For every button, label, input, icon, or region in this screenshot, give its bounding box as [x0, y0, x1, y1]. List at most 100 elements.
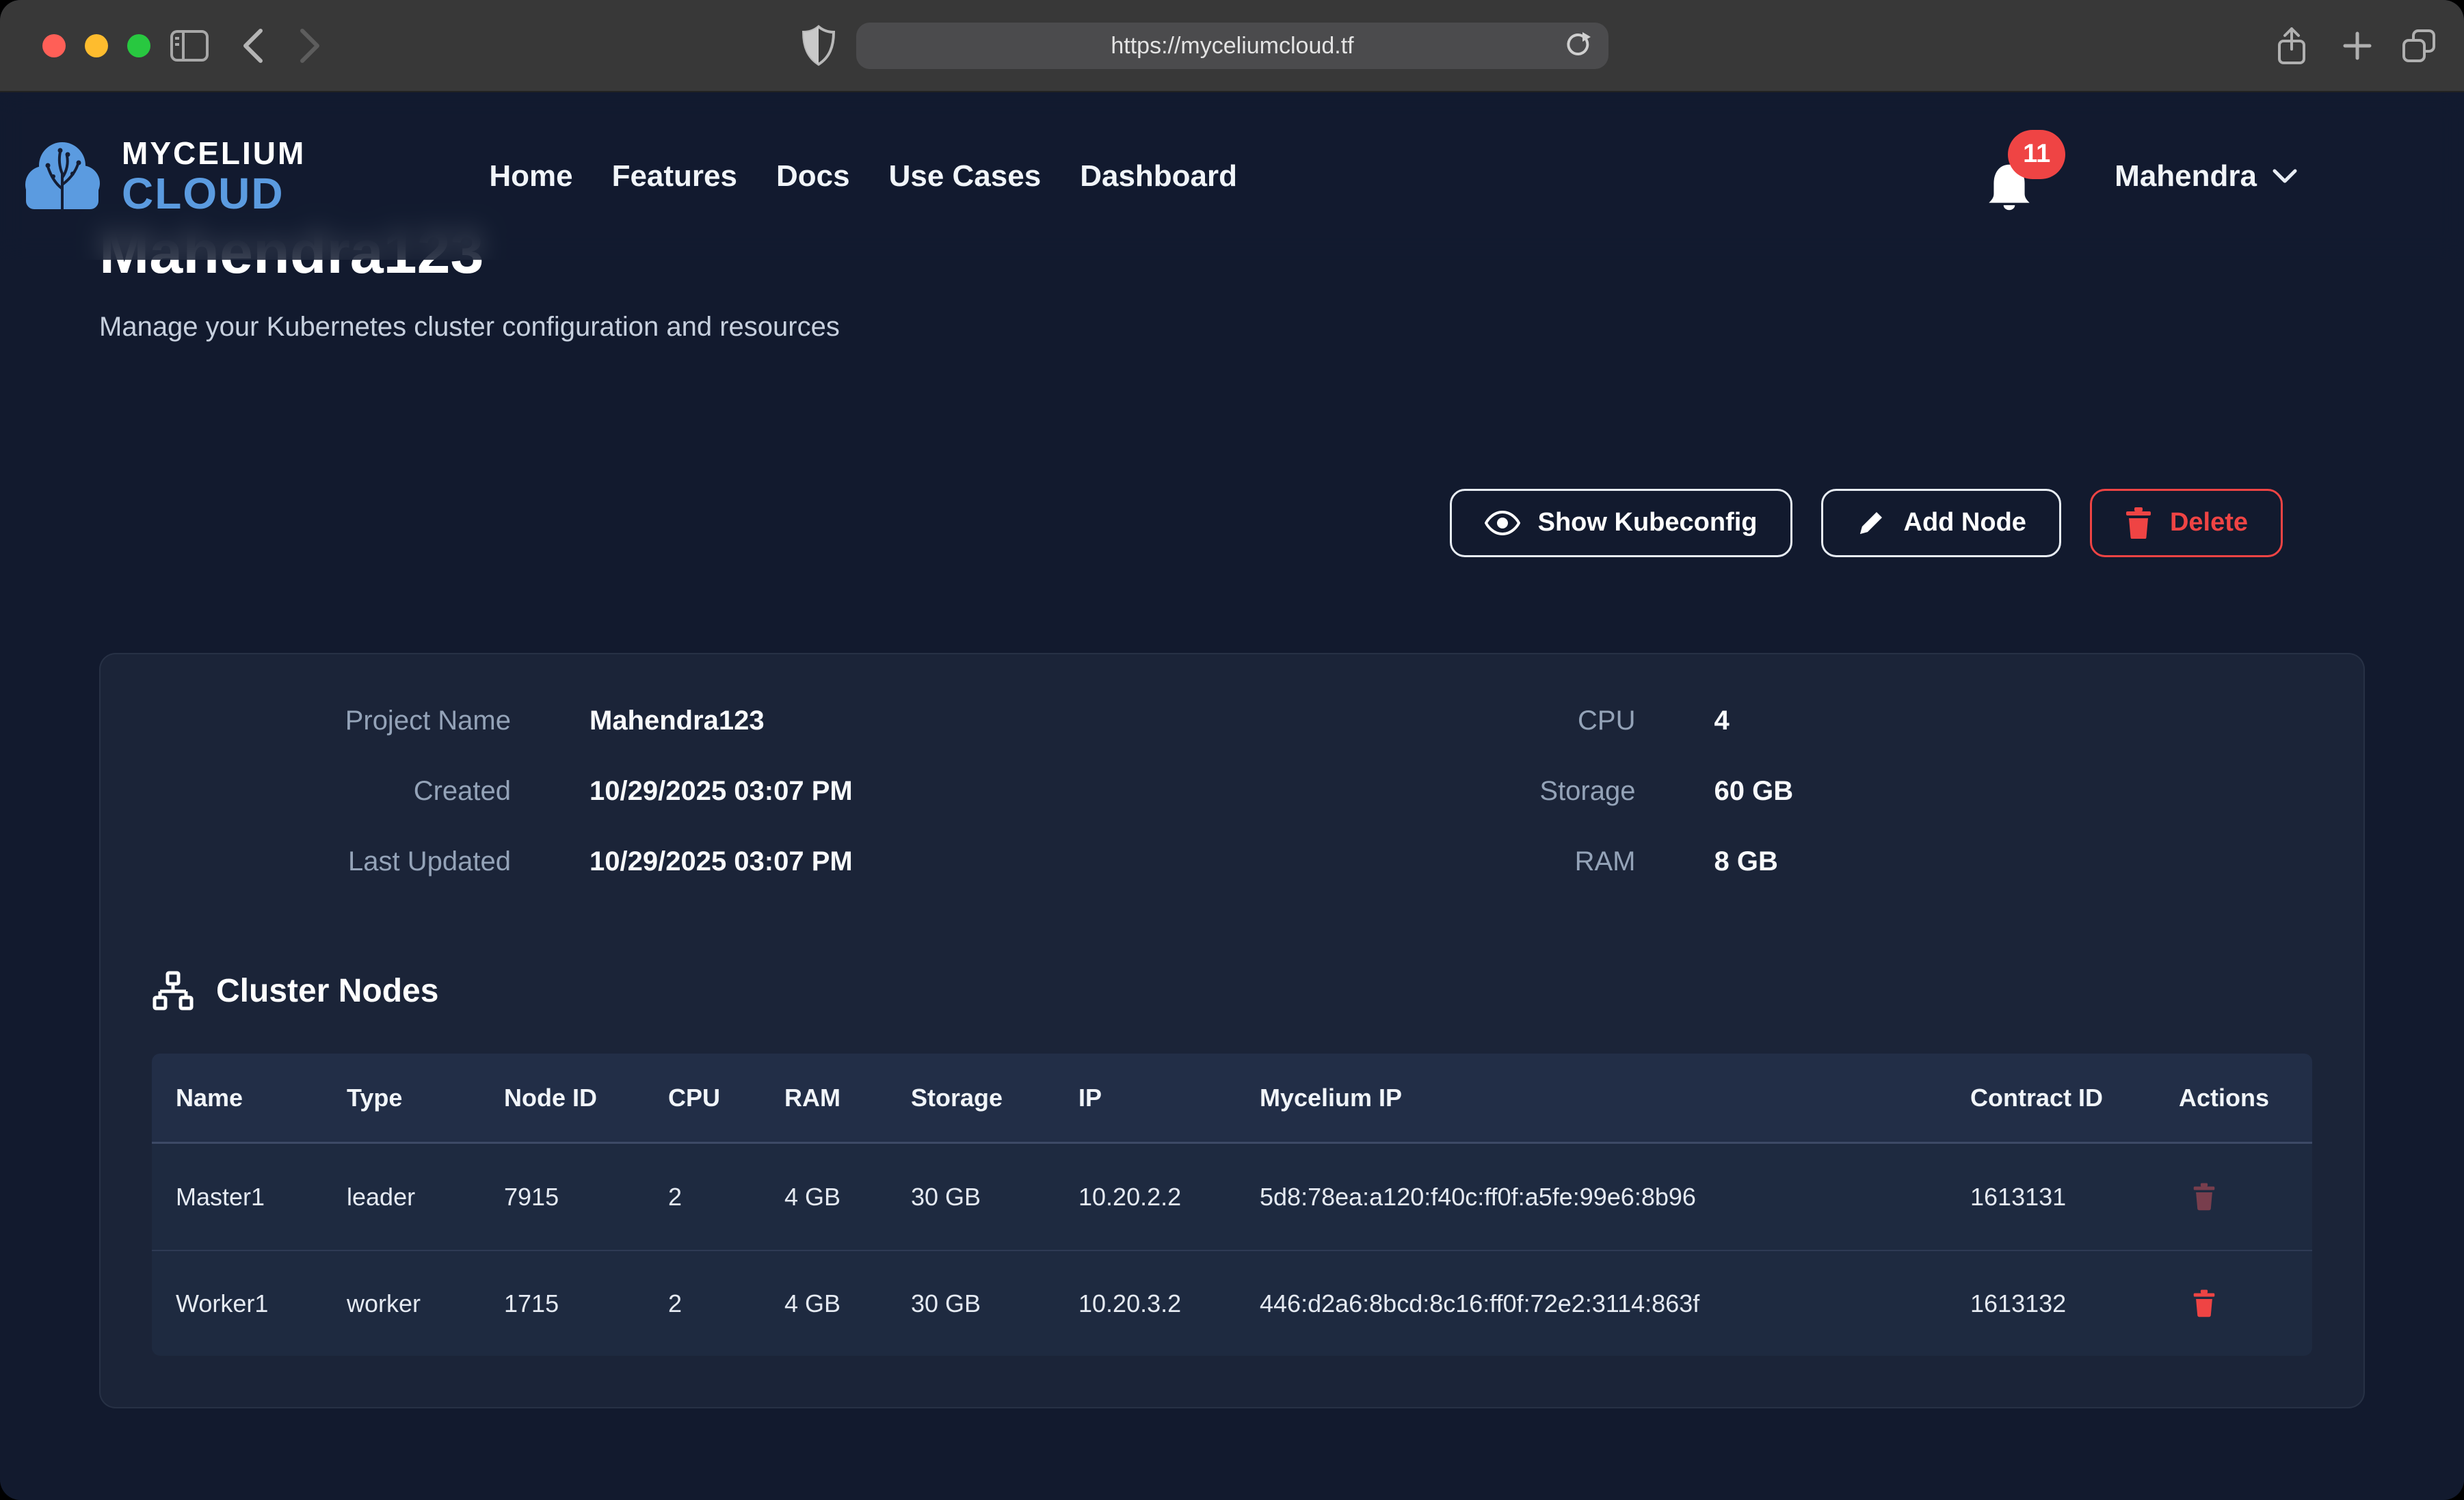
show-kubeconfig-button[interactable]: Show Kubeconfig	[1450, 489, 1792, 557]
user-name: Mahendra	[2115, 159, 2257, 193]
navbar-right: 11 Mahendra	[1985, 142, 2298, 211]
column-header-ip: IP	[1055, 1063, 1236, 1132]
overview-left-column: Project Name Mahendra123 Created 10/29/202…	[152, 706, 1232, 917]
plus-icon	[2341, 29, 2374, 62]
sidebar-icon	[170, 29, 209, 62]
browser-chrome: https://myceliumcloud.tf	[0, 0, 2464, 92]
node-ip: 10.20.3.2	[1055, 1269, 1236, 1338]
node-storage: 30 GB	[887, 1269, 1055, 1338]
created-value: 10/29/2025 03:07 PM	[589, 776, 853, 807]
minimize-window-button[interactable]	[85, 34, 108, 57]
node-ip: 10.20.2.2	[1055, 1162, 1236, 1231]
delete-node-button[interactable]	[2193, 1289, 2216, 1317]
chevron-down-icon	[2272, 168, 2298, 185]
node-type: leader	[323, 1162, 480, 1231]
node-name: Worker1	[152, 1269, 323, 1338]
browser-window: https://myceliumcloud.tf Mahendra123 Man…	[0, 0, 2464, 1500]
cluster-nodes-table: Name Type Node ID CPU RAM Storage IP Myc…	[152, 1054, 2312, 1356]
mycelium-cloud-logo[interactable]: MYCELIUM CLOUD	[21, 135, 306, 217]
share-button[interactable]	[2265, 19, 2318, 72]
column-header-type: Type	[323, 1063, 480, 1132]
back-button[interactable]	[226, 19, 279, 72]
share-icon	[2275, 26, 2308, 66]
cluster-overview: Project Name Mahendra123 Created 10/29/202…	[152, 706, 2312, 917]
node-id: 7915	[480, 1162, 644, 1231]
created-label: Created	[152, 776, 511, 807]
add-node-button[interactable]: Add Node	[1821, 489, 2061, 557]
last-updated-label: Last Updated	[152, 846, 511, 877]
column-header-cpu: CPU	[644, 1063, 760, 1132]
chevron-left-icon	[240, 27, 265, 65]
project-name-label: Project Name	[152, 706, 511, 736]
delete-node-button[interactable]	[2193, 1182, 2216, 1211]
node-ram: 4 GB	[760, 1269, 887, 1338]
project-name-value: Mahendra123	[589, 706, 765, 736]
node-contract-id: 1613132	[1946, 1269, 2155, 1338]
cpu-value: 4	[1714, 706, 1730, 736]
window-controls	[42, 34, 150, 57]
eye-icon	[1485, 509, 1520, 537]
table-row-master1: Master1 leader 7915 2 4 GB 30 GB 10.20.2…	[152, 1144, 2312, 1250]
user-menu[interactable]: Mahendra	[2115, 159, 2298, 193]
forward-button[interactable]	[284, 19, 337, 72]
network-nodes-icon	[152, 970, 194, 1013]
node-contract-id: 1613131	[1946, 1162, 2155, 1231]
trash-icon	[2193, 1289, 2216, 1317]
main-navigation: Home Features Docs Use Cases Dashboard	[489, 159, 1237, 193]
address-bar[interactable]: https://myceliumcloud.tf	[856, 23, 1608, 69]
tab-overview-button[interactable]	[2392, 19, 2446, 72]
privacy-shield-button[interactable]	[792, 19, 845, 72]
cluster-actions: Show Kubeconfig Add Node Delete	[99, 489, 2283, 557]
cluster-nodes-heading: Cluster Nodes	[152, 970, 2312, 1013]
sidebar-toggle-button[interactable]	[163, 19, 216, 72]
cpu-label: CPU	[1232, 706, 1636, 736]
nav-item-use-cases[interactable]: Use Cases	[889, 159, 1042, 193]
logo-wordmark: MYCELIUM CLOUD	[122, 137, 306, 215]
reload-button[interactable]	[1563, 31, 1593, 61]
chevron-right-icon	[298, 27, 323, 65]
column-header-name: Name	[152, 1063, 323, 1132]
table-header-row: Name Type Node ID CPU RAM Storage IP Myc…	[152, 1054, 2312, 1144]
column-header-node-id: Node ID	[480, 1063, 644, 1132]
cluster-details-card: Project Name Mahendra123 Created 10/29/202…	[99, 653, 2365, 1408]
close-window-button[interactable]	[42, 34, 66, 57]
page-content: Mahendra123 Manage your Kubernetes clust…	[0, 219, 2464, 1408]
cloud-tree-logo-icon	[21, 135, 104, 217]
node-cpu: 2	[644, 1162, 760, 1231]
trash-icon	[2193, 1182, 2216, 1211]
node-cpu: 2	[644, 1269, 760, 1338]
site-navbar: MYCELIUM CLOUD Home Features Docs Use Ca…	[0, 92, 2464, 260]
nav-item-dashboard[interactable]: Dashboard	[1080, 159, 1237, 193]
shield-icon	[802, 25, 836, 67]
page-body: Mahendra123 Manage your Kubernetes clust…	[0, 92, 2464, 1499]
node-id: 1715	[480, 1269, 644, 1338]
nav-item-docs[interactable]: Docs	[776, 159, 850, 193]
node-type: worker	[323, 1269, 480, 1338]
notifications-button[interactable]: 11	[1985, 142, 2039, 211]
last-updated-value: 10/29/2025 03:07 PM	[589, 846, 853, 877]
column-header-contract-id: Contract ID	[1946, 1063, 2155, 1132]
url-text: https://myceliumcloud.tf	[1111, 33, 1353, 59]
zoom-window-button[interactable]	[127, 34, 150, 57]
node-ram: 4 GB	[760, 1162, 887, 1231]
table-row-worker1: Worker1 worker 1715 2 4 GB 30 GB 10.20.3…	[152, 1250, 2312, 1356]
column-header-actions: Actions	[2155, 1063, 2312, 1132]
nav-item-features[interactable]: Features	[612, 159, 737, 193]
nav-item-home[interactable]: Home	[489, 159, 572, 193]
pencil-icon	[1856, 508, 1886, 538]
delete-cluster-button[interactable]: Delete	[2090, 489, 2283, 557]
storage-value: 60 GB	[1714, 776, 1794, 807]
ram-label: RAM	[1232, 846, 1636, 877]
tabs-icon	[2400, 27, 2438, 65]
node-mycelium-ip: 446:d2a6:8bcd:8c16:ff0f:72e2:3114:863f	[1236, 1269, 1946, 1338]
node-storage: 30 GB	[887, 1162, 1055, 1231]
column-header-mycelium-ip: Mycelium IP	[1236, 1063, 1946, 1132]
new-tab-button[interactable]	[2331, 19, 2384, 72]
page-subtitle: Manage your Kubernetes cluster configura…	[99, 311, 2365, 343]
node-mycelium-ip: 5d8:78ea:a120:f40c:ff0f:a5fe:99e6:8b96	[1236, 1162, 1946, 1231]
trash-icon	[2125, 507, 2152, 539]
column-header-storage: Storage	[887, 1063, 1055, 1132]
node-name: Master1	[152, 1162, 323, 1231]
notification-count-badge: 11	[2008, 130, 2065, 179]
column-header-ram: RAM	[760, 1063, 887, 1132]
